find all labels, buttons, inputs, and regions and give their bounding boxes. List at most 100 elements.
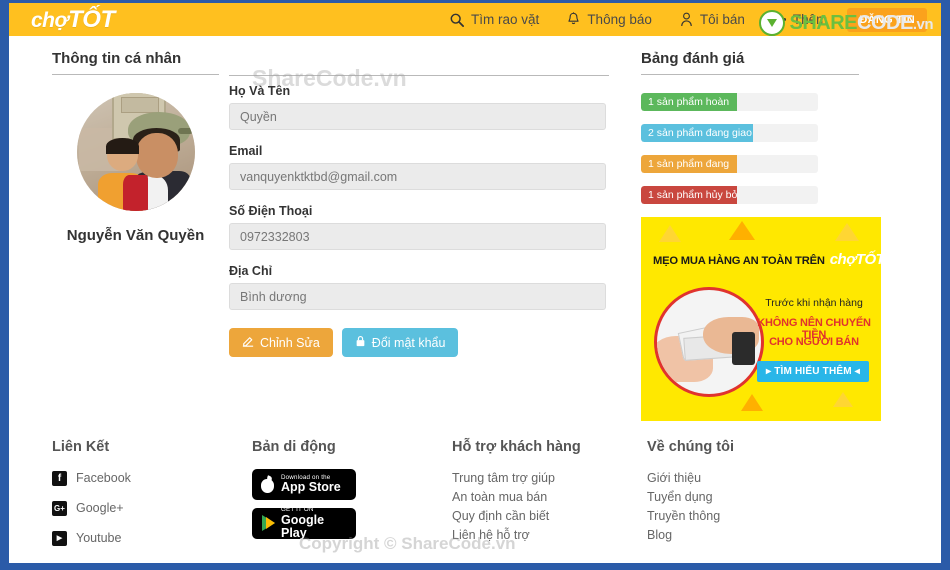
rating-bar-label: 1 sản phẩm đang [648, 158, 730, 170]
rating-section-title: Bảng đánh giá [641, 50, 859, 75]
email-input[interactable] [229, 163, 606, 190]
pencil-icon [242, 335, 254, 350]
ad-brand: chợTỐT [829, 251, 881, 268]
deco-triangle [741, 394, 763, 411]
footer-link-an-toan-mua-ban[interactable]: An toàn mua bán [452, 488, 647, 507]
google-play-icon [260, 515, 275, 532]
rating-bar-label: 2 sản phẩm đang giao [648, 127, 752, 139]
footer-link-tuyen-dung[interactable]: Tuyển dụng [647, 488, 847, 507]
nav-item-thong-bao[interactable]: Thông báo [553, 3, 666, 36]
change-password-button[interactable]: Đổi mật khẩu [341, 328, 459, 357]
avatar-child-body [97, 173, 148, 211]
rating-bar-fill: 1 sản phẩm hoàn [641, 93, 737, 111]
footer-link-quy-dinh-can-biet[interactable]: Quy định cần biết [452, 507, 647, 526]
nav-label: Thêm [792, 12, 828, 27]
main-nav: Tìm rao vặt Thông báo Tôi bán Thêm ĐĂNG … [436, 3, 941, 36]
rating-bar-shipping[interactable]: 2 sản phẩm đang giao [641, 124, 818, 142]
footer-link-label: Facebook [76, 471, 131, 485]
footer-link-lien-he-ho-tro[interactable]: Liên hệ hỗ trợ [452, 526, 647, 545]
footer-title: Hỗ trợ khách hàng [452, 439, 581, 455]
deco-triangle [653, 387, 685, 409]
rating-bar-label: 1 sản phẩm hoàn [648, 96, 730, 108]
rating-bar-fill: 1 sản phẩm đang [641, 155, 737, 173]
app-store-text: Download on the App Store [281, 474, 341, 495]
chotot-logo[interactable]: chợTỐT [31, 5, 115, 33]
main-content: Thông tin cá nhân Nguyễn Văn Quyền Họ Và… [9, 36, 941, 421]
footer-column-ve-chung-toi: Về chúng tôi Giới thiệu Tuyển dụng Truyề… [647, 439, 847, 559]
bell-icon [567, 12, 580, 27]
fullname-label: Họ Và Tên [229, 84, 291, 98]
youtube-icon: ▶ [52, 531, 67, 546]
logo-cho: chợ [31, 8, 69, 32]
ad-headline-text: MẸO MUA HÀNG AN TOÀN TRÊN [653, 255, 825, 267]
address-input[interactable] [229, 283, 606, 310]
footer-title: Về chúng tôi [647, 439, 734, 455]
logo-tot: TỐT [68, 5, 115, 33]
avatar[interactable] [76, 93, 195, 211]
deco-triangle [833, 392, 853, 407]
footer-social-youtube[interactable]: ▶ Youtube [52, 529, 252, 548]
rating-column: Bảng đánh giá 1 sản phẩm hoàn 2 sản phẩm… [609, 50, 881, 421]
ad-line-3: CHO NGƯỜI BÁN [769, 336, 859, 348]
rating-bar-completed[interactable]: 1 sản phẩm hoàn [641, 93, 818, 111]
footer-title: Bản di động [252, 439, 336, 455]
lock-icon [355, 335, 366, 350]
field-group-fullname: Họ Và Tên [229, 84, 609, 144]
footer-social-googleplus[interactable]: G+ Google+ [52, 499, 252, 518]
nav-item-them[interactable]: Thêm [759, 3, 842, 36]
footer-social-facebook[interactable]: f Facebook [52, 469, 252, 488]
profile-section-title: Thông tin cá nhân [52, 50, 219, 75]
ad-line-1: Trước khi nhận hàng [765, 297, 863, 309]
edit-profile-label: Chỉnh Sửa [260, 335, 320, 350]
address-label: Địa Chỉ [229, 264, 273, 278]
google-plus-icon: G+ [52, 501, 67, 516]
footer-column-ho-tro: Hỗ trợ khách hàng Trung tâm trợ giúp An … [452, 439, 647, 559]
avatar-adult-face [135, 133, 178, 178]
rating-bar-fill: 1 sản phẩm hủy bỏ [641, 186, 737, 204]
field-group-email: Email [229, 144, 609, 204]
edit-profile-button[interactable]: Chỉnh Sửa [229, 328, 333, 357]
deco-triangle [659, 225, 681, 242]
footer-column-lien-ket: Liên Kết f Facebook G+ Google+ ▶ Youtube [52, 439, 252, 559]
ad-headline: MẸO MUA HÀNG AN TOÀN TRÊN chợTỐT [653, 251, 881, 268]
phone-label: Số Điện Thoại [229, 204, 313, 218]
rating-bar-cancelled[interactable]: 1 sản phẩm hủy bỏ [641, 186, 818, 204]
field-group-phone: Số Điện Thoại [229, 204, 609, 264]
email-label: Email [229, 144, 263, 158]
profile-column: Thông tin cá nhân Nguyễn Văn Quyền [9, 50, 219, 421]
nav-label: Tôi bán [699, 12, 745, 27]
ad-phone [731, 331, 755, 365]
google-play-big: Google Play [281, 512, 325, 540]
google-play-badge[interactable]: GET IT ON Google Play [252, 507, 356, 540]
footer-link-trung-tam-tro-giup[interactable]: Trung tâm trợ giúp [452, 469, 647, 488]
fullname-input[interactable] [229, 103, 606, 130]
nav-item-toi-ban[interactable]: Tôi bán [666, 3, 759, 36]
deco-triangle [835, 223, 859, 241]
nav-label: Tìm rao vặt [471, 12, 540, 27]
more-dots-icon [772, 18, 786, 21]
facebook-icon: f [52, 471, 67, 486]
app-store-big: App Store [281, 480, 341, 495]
user-icon [680, 12, 693, 27]
site-header: chợTỐT Tìm rao vặt Thông báo Tôi bán Thê… [9, 3, 941, 36]
site-footer: Liên Kết f Facebook G+ Google+ ▶ Youtube… [9, 439, 941, 559]
deco-triangle [729, 221, 755, 240]
post-ad-button[interactable]: ĐĂNG TIN [847, 7, 927, 32]
rating-bar-pending[interactable]: 1 sản phẩm đang [641, 155, 818, 173]
google-play-text: GET IT ON Google Play [281, 507, 348, 540]
footer-link-blog[interactable]: Blog [647, 526, 847, 545]
change-password-label: Đổi mật khẩu [371, 335, 446, 350]
form-actions: Chỉnh Sửa Đổi mật khẩu [229, 328, 609, 357]
avatar-child-hair [106, 137, 140, 155]
nav-item-tim-rao-vat[interactable]: Tìm rao vặt [436, 3, 553, 36]
footer-link-label: Youtube [76, 531, 122, 545]
footer-link-gioi-thieu[interactable]: Giới thiệu [647, 469, 847, 488]
app-store-badge[interactable]: Download on the App Store [252, 469, 356, 500]
page-root: chợTỐT Tìm rao vặt Thông báo Tôi bán Thê… [9, 3, 941, 563]
safety-ad-banner[interactable]: MẸO MUA HÀNG AN TOÀN TRÊN chợTỐT Trước kh… [641, 217, 881, 421]
phone-input[interactable] [229, 223, 606, 250]
ad-cta-button[interactable]: ▸ TÌM HIỂU THÊM ◂ [757, 361, 869, 382]
form-column: Họ Và Tên Email Số Điện Thoại Địa Chỉ [219, 50, 609, 421]
footer-title: Liên Kết [52, 439, 110, 455]
footer-link-truyen-thong[interactable]: Truyền thông [647, 507, 847, 526]
